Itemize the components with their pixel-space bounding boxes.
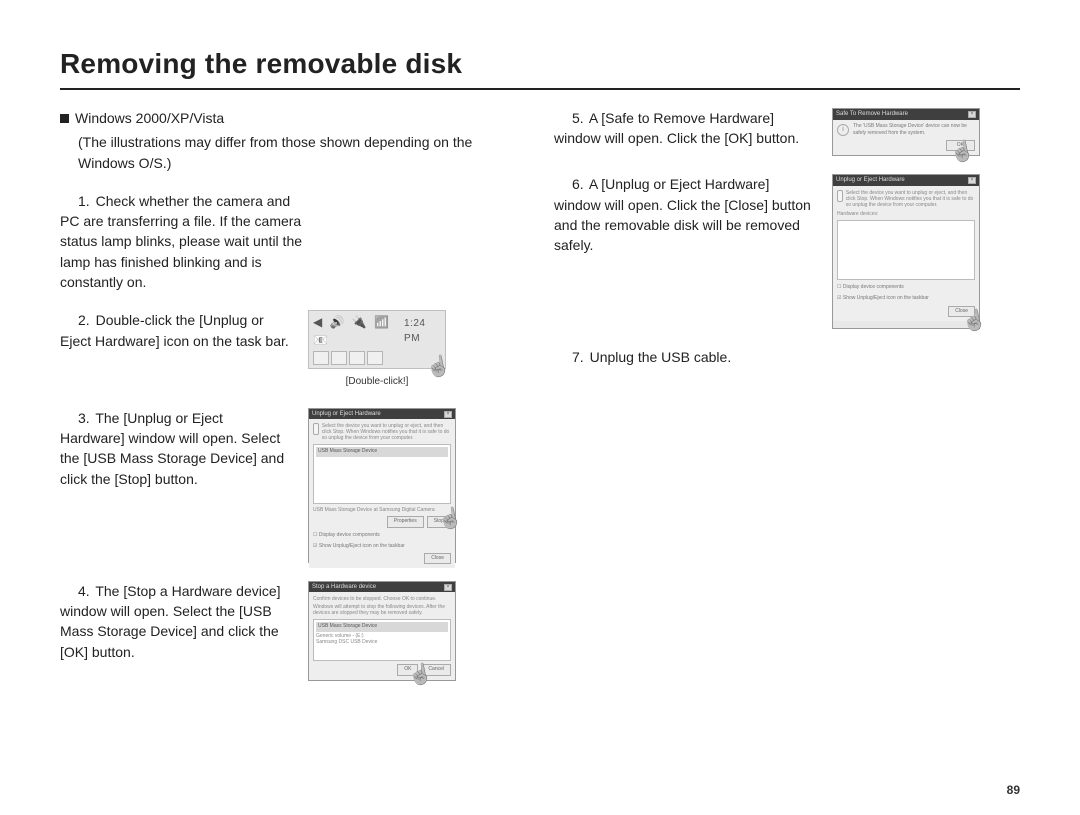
checkbox-label[interactable]: Show Unplug/Eject icon on the taskbar [319,543,405,549]
left-column: Windows 2000/XP/Vista (The illustrations… [60,108,526,699]
step-number: 1. [78,193,92,209]
step: 5. A [Safe to Remove Hardware] window wi… [554,108,1020,156]
figure-safe-remove-dialog: Safe To Remove Hardware × i The 'USB Mas… [832,108,980,156]
step-number: 5. [572,110,586,126]
hand-pointer-icon: ☝ [424,351,454,384]
step-number: 6. [572,176,586,192]
close-icon[interactable]: × [968,177,976,184]
hardware-icon [313,423,319,435]
manual-page: Removing the removable disk Windows 2000… [0,0,1080,815]
taskbar-clock: 1:24 PM [404,317,441,346]
step-body: Check whether the camera and PC are tran… [60,193,302,290]
step: 1. Check whether the camera and PC are t… [60,191,526,292]
step-number: 4. [78,583,92,599]
tray-icons: ◀ 🔊 🔌 📶 📧 [313,314,404,349]
page-title: Removing the removable disk [60,48,1020,90]
checkbox-label[interactable]: Display device components [319,532,380,538]
two-columns: Windows 2000/XP/Vista (The illustrations… [60,108,1020,699]
dialog-description: Confirm devices to be stopped. Choose OK… [313,596,451,602]
step: 6. A [Unplug or Eject Hardware] window w… [554,174,1020,329]
hand-pointer-icon: ☝ [948,136,978,169]
dialog-title: Unplug or Eject Hardware [836,176,905,185]
close-icon[interactable]: × [444,411,452,418]
step-number: 2. [78,312,92,328]
list-item: Samsung DSC USB Device [316,639,448,645]
list-label: Hardware devices: [837,211,975,217]
step: 7. Unplug the USB cable. [554,347,1020,367]
checkbox-label[interactable]: Show Unplug/Eject icon on the taskbar [843,295,929,301]
checkbox-label[interactable]: Display device components [843,284,904,290]
dialog-description: Select the device you want to unplug or … [322,423,451,441]
step-body: The [Unplug or Eject Hardware] window wi… [60,410,284,487]
tray-slot [331,351,347,365]
hardware-icon [837,190,843,202]
step-text: 5. A [Safe to Remove Hardware] window wi… [554,108,814,156]
step: 3. The [Unplug or Eject Hardware] window… [60,408,526,563]
step-text: 3. The [Unplug or Eject Hardware] window… [60,408,290,563]
page-number: 89 [1007,783,1020,797]
step-number: 3. [78,410,92,426]
close-button[interactable]: Close [424,553,451,564]
dialog-description: Windows will attempt to stop the followi… [313,604,451,616]
tray-slot [349,351,365,365]
dialog-title: Unplug or Eject Hardware [312,410,381,419]
figure-unplug-dialog: Unplug or Eject Hardware × Select the de… [308,408,456,563]
subhead-text: Windows 2000/XP/Vista [75,110,224,126]
device-list [837,220,975,280]
step-text: 6. A [Unplug or Eject Hardware] window w… [554,174,814,329]
tray-slot [313,351,329,365]
step: 2. Double-click the [Unplug or Eject Har… [60,310,526,389]
taskbar-illustration: ◀ 🔊 🔌 📶 📧 1:24 PM ☝ [308,310,446,369]
device-list: USB Mass Storage Device Generic volume -… [313,619,451,661]
step-body: A [Unplug or Eject Hardware] window will… [554,176,811,253]
info-icon: i [837,124,849,136]
step-number: 7. [572,349,586,365]
step: 4. The [Stop a Hardware device] window w… [60,581,526,681]
figure-stop-dialog: Stop a Hardware device × Confirm devices… [308,581,456,681]
hand-pointer-icon: ☝ [436,503,466,536]
hand-pointer-icon: ☝ [406,659,436,692]
dialog-message: The 'USB Mass Storage Device' device can… [853,123,967,136]
properties-button[interactable]: Properties [387,516,424,527]
dialog-description: Select the device you want to unplug or … [846,190,975,208]
tray-slot [367,351,383,365]
step-text: 4. The [Stop a Hardware device] window w… [60,581,290,681]
close-icon[interactable]: × [444,584,452,591]
step-body: Double-click the [Unplug or Eject Hardwa… [60,312,289,348]
figure-caption: [Double-click!] [308,375,446,390]
step-body: Unplug the USB cable. [590,349,732,365]
device-list: USB Mass Storage Device [313,444,451,504]
step-body: The [Stop a Hardware device] window will… [60,583,281,660]
right-column: 5. A [Safe to Remove Hardware] window wi… [554,108,1020,699]
subhead-note: (The illustrations may differ from those… [78,132,526,173]
dialog-title: Stop a Hardware device [312,583,376,592]
step-body: A [Safe to Remove Hardware] window will … [554,110,799,146]
step-text: 1. Check whether the camera and PC are t… [60,191,310,292]
dialog-title: Safe To Remove Hardware [836,110,908,119]
square-bullet-icon [60,114,69,123]
figure-taskbar: ◀ 🔊 🔌 📶 📧 1:24 PM ☝ [Double- [308,310,446,389]
figure-unplug-dialog-2: Unplug or Eject Hardware × Select the de… [832,174,980,329]
status-line: USB Mass Storage Device at Samsung Digit… [313,507,451,513]
hand-pointer-icon: ☝ [960,305,990,338]
list-item[interactable]: USB Mass Storage Device [316,622,448,631]
close-icon[interactable]: × [968,111,976,118]
section-subhead: Windows 2000/XP/Vista [60,108,526,128]
step-text: 2. Double-click the [Unplug or Eject Har… [60,310,290,389]
step-text: 7. Unplug the USB cable. [554,347,731,367]
list-item[interactable]: USB Mass Storage Device [316,447,448,456]
